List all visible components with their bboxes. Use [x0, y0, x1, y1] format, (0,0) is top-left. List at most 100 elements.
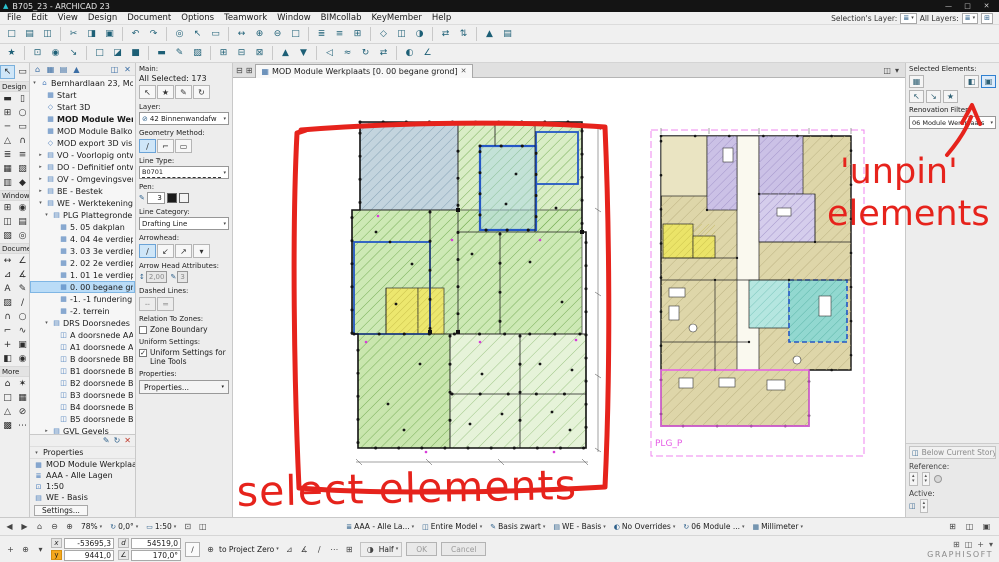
- reference-color-swatch[interactable]: [934, 475, 943, 483]
- maximize-button[interactable]: □: [958, 2, 977, 10]
- settings-dialog-icon[interactable]: ◧: [964, 75, 979, 88]
- settings-button[interactable]: Settings...: [34, 504, 88, 516]
- zone-tool[interactable]: ▨: [15, 162, 29, 176]
- tree-item[interactable]: ▸ ▤ GVL Gevels: [30, 425, 135, 435]
- elevation-tool[interactable]: ▤: [15, 215, 29, 229]
- new-tab-icon[interactable]: ⊞: [246, 66, 253, 75]
- tree-expand-icon[interactable]: ▸: [37, 188, 44, 194]
- tree-item[interactable]: ▦ Start: [30, 89, 135, 101]
- floor-plan-reference[interactable]: PLG_P: [649, 128, 867, 460]
- truss-tool[interactable]: △: [0, 405, 15, 419]
- tree-item[interactable]: ◫ B3 doorsnede BB: [30, 389, 135, 401]
- half-snap-combo[interactable]: ◑ Half ▾: [359, 541, 403, 557]
- hole-tool[interactable]: ⊘: [15, 405, 29, 419]
- arrow-more-icon[interactable]: ▾: [193, 244, 210, 258]
- status-menu-icon[interactable]: ▾: [989, 540, 993, 549]
- pen-preview[interactable]: ∕: [185, 541, 200, 557]
- tab-close-icon[interactable]: ✕: [461, 67, 467, 75]
- tab-menu-icon[interactable]: ▾: [895, 66, 899, 75]
- arrow-tool-icon[interactable]: ↖: [189, 26, 206, 42]
- rect-line-icon[interactable]: ▭: [175, 139, 192, 153]
- grid-snap-icon[interactable]: ⊞: [349, 26, 366, 42]
- coord-value-field[interactable]: 9441,0: [64, 549, 114, 561]
- marquee-tool-icon[interactable]: ▭: [207, 26, 224, 42]
- find-select-icon[interactable]: ◎: [166, 26, 188, 42]
- layer-combination[interactable]: ≣ AAA - Alle Lagen: [30, 470, 135, 481]
- cut-icon[interactable]: ✂: [60, 26, 82, 42]
- orientation-combo[interactable]: ↻ 0,0° ▾: [107, 520, 141, 534]
- hotspot-tool[interactable]: +: [0, 338, 15, 352]
- spline-tool[interactable]: ∿: [15, 324, 29, 338]
- patch-tool[interactable]: ▩: [0, 419, 15, 433]
- stair-tool[interactable]: ≣: [0, 148, 15, 162]
- redo-icon[interactable]: ↷: [145, 26, 162, 42]
- tree-item[interactable]: ▦ 1. 01 1e verdieping: [30, 269, 135, 281]
- mesh-tool[interactable]: ▦: [0, 162, 15, 176]
- dash-type-icon[interactable]: ╌: [139, 297, 156, 311]
- tree-item[interactable]: ◇ MOD export 3D vis: [30, 137, 135, 149]
- single-line-icon[interactable]: ∕: [139, 139, 156, 153]
- copy-icon[interactable]: ◨: [83, 26, 100, 42]
- tree-expand-icon[interactable]: ▸: [37, 164, 44, 170]
- home-view-icon[interactable]: ⌂: [33, 522, 46, 531]
- guide-lines-icon[interactable]: ∕: [313, 545, 326, 554]
- renovation-new-icon[interactable]: ■: [127, 45, 144, 61]
- menu-item[interactable]: BIMcollab: [316, 13, 367, 23]
- arrow-size-field[interactable]: 2,00: [145, 271, 168, 283]
- floor-plan-main[interactable]: [330, 112, 622, 474]
- back-icon[interactable]: ◀: [3, 522, 16, 531]
- ungroup-icon[interactable]: ⊟: [233, 45, 250, 61]
- properties-button[interactable]: Properties... ▾: [139, 380, 229, 394]
- graphic-override-combo[interactable]: ◐ No Overrides ▾: [611, 520, 679, 534]
- tree-item[interactable]: ◫ B5 doorsnede BB: [30, 413, 135, 425]
- split-view-icon[interactable]: ◫: [196, 522, 209, 531]
- tree-item[interactable]: ▦ -1. -1 fundering: [30, 293, 135, 305]
- menu-item[interactable]: Design: [83, 13, 122, 23]
- tree-item[interactable]: ▾ ▤ WE - Werktekeningen: [30, 197, 135, 209]
- dimension-tool[interactable]: ↔: [0, 254, 15, 268]
- tree-item[interactable]: ◫ B1 doorsnede BB: [30, 365, 135, 377]
- favorites-icon[interactable]: ★: [3, 45, 20, 61]
- section-view-icon[interactable]: ◫: [393, 26, 410, 42]
- selection-layer-combo[interactable]: ≣ ▾: [900, 12, 917, 24]
- sync-icon[interactable]: ↻: [193, 85, 210, 99]
- pen-color-icon[interactable]: ✎: [171, 45, 188, 61]
- menu-item[interactable]: KeyMember: [367, 13, 427, 23]
- label-tool[interactable]: ✎: [15, 282, 29, 296]
- view-scale[interactable]: ⊡ 1:50: [30, 481, 135, 492]
- tab-floor-plan[interactable]: ▦ MOD Module Werkplaats [0. 00 begane gr…: [255, 63, 473, 78]
- favorites-star-icon[interactable]: ★: [157, 85, 174, 99]
- pickup-parameters-icon[interactable]: ◉: [47, 45, 64, 61]
- minimize-button[interactable]: —: [939, 2, 958, 10]
- tree-item[interactable]: ▸ ▤ OV - Omgevingsverg: [30, 173, 135, 185]
- pop-up-navigator-icon[interactable]: ⊟: [236, 66, 243, 75]
- save-icon[interactable]: ◫: [39, 26, 56, 42]
- menu-item[interactable]: Document: [122, 13, 176, 23]
- menu-item[interactable]: Teamwork: [219, 13, 272, 23]
- tree-expand-icon[interactable]: ▾: [31, 80, 38, 86]
- pen-icon[interactable]: ✎: [175, 85, 192, 99]
- active-story-stepper[interactable]: ▴ ▾: [919, 499, 929, 513]
- zoom-in-icon[interactable]: ⊕: [251, 26, 268, 42]
- tree-item[interactable]: ▾ ⌂ Bernhardlaan 23, Monr: [30, 77, 135, 89]
- section-tool[interactable]: ◫: [0, 215, 15, 229]
- arrow-tool[interactable]: ↖: [0, 65, 15, 79]
- renovation-filter-combo[interactable]: ↻ 06 Module ... ▾: [680, 520, 747, 534]
- zone-boundary-checkbox[interactable]: [139, 326, 147, 334]
- equipment-tool[interactable]: ▦: [15, 391, 29, 405]
- arrow-end-icon[interactable]: ↗: [175, 244, 192, 258]
- coord-value-field[interactable]: 170,0°: [131, 549, 181, 561]
- pickup-parameters-icon[interactable]: ↖: [909, 90, 924, 103]
- misc-tool[interactable]: ⋯: [15, 419, 29, 433]
- menu-item[interactable]: Window: [272, 13, 316, 23]
- line-category-combo[interactable]: Drafting Line ▾: [139, 217, 229, 230]
- tree-item[interactable]: ▦ 2. 02 2e verdieping: [30, 257, 135, 269]
- radial-dimension-tool[interactable]: ∠: [15, 254, 29, 268]
- favorites-icon[interactable]: ★: [943, 90, 958, 103]
- current-view-name[interactable]: ▦ MOD Module Werkplaats: [30, 459, 135, 470]
- trace-reference-row[interactable]: ◫ Below Current Story: [909, 446, 996, 459]
- detail-tool[interactable]: ◎: [15, 229, 29, 243]
- line-tool[interactable]: ∕: [15, 296, 29, 310]
- tree-item[interactable]: ▸ ▤ VO - Voorlopig ontw: [30, 149, 135, 161]
- detail-marker-tool[interactable]: ◉: [15, 352, 29, 366]
